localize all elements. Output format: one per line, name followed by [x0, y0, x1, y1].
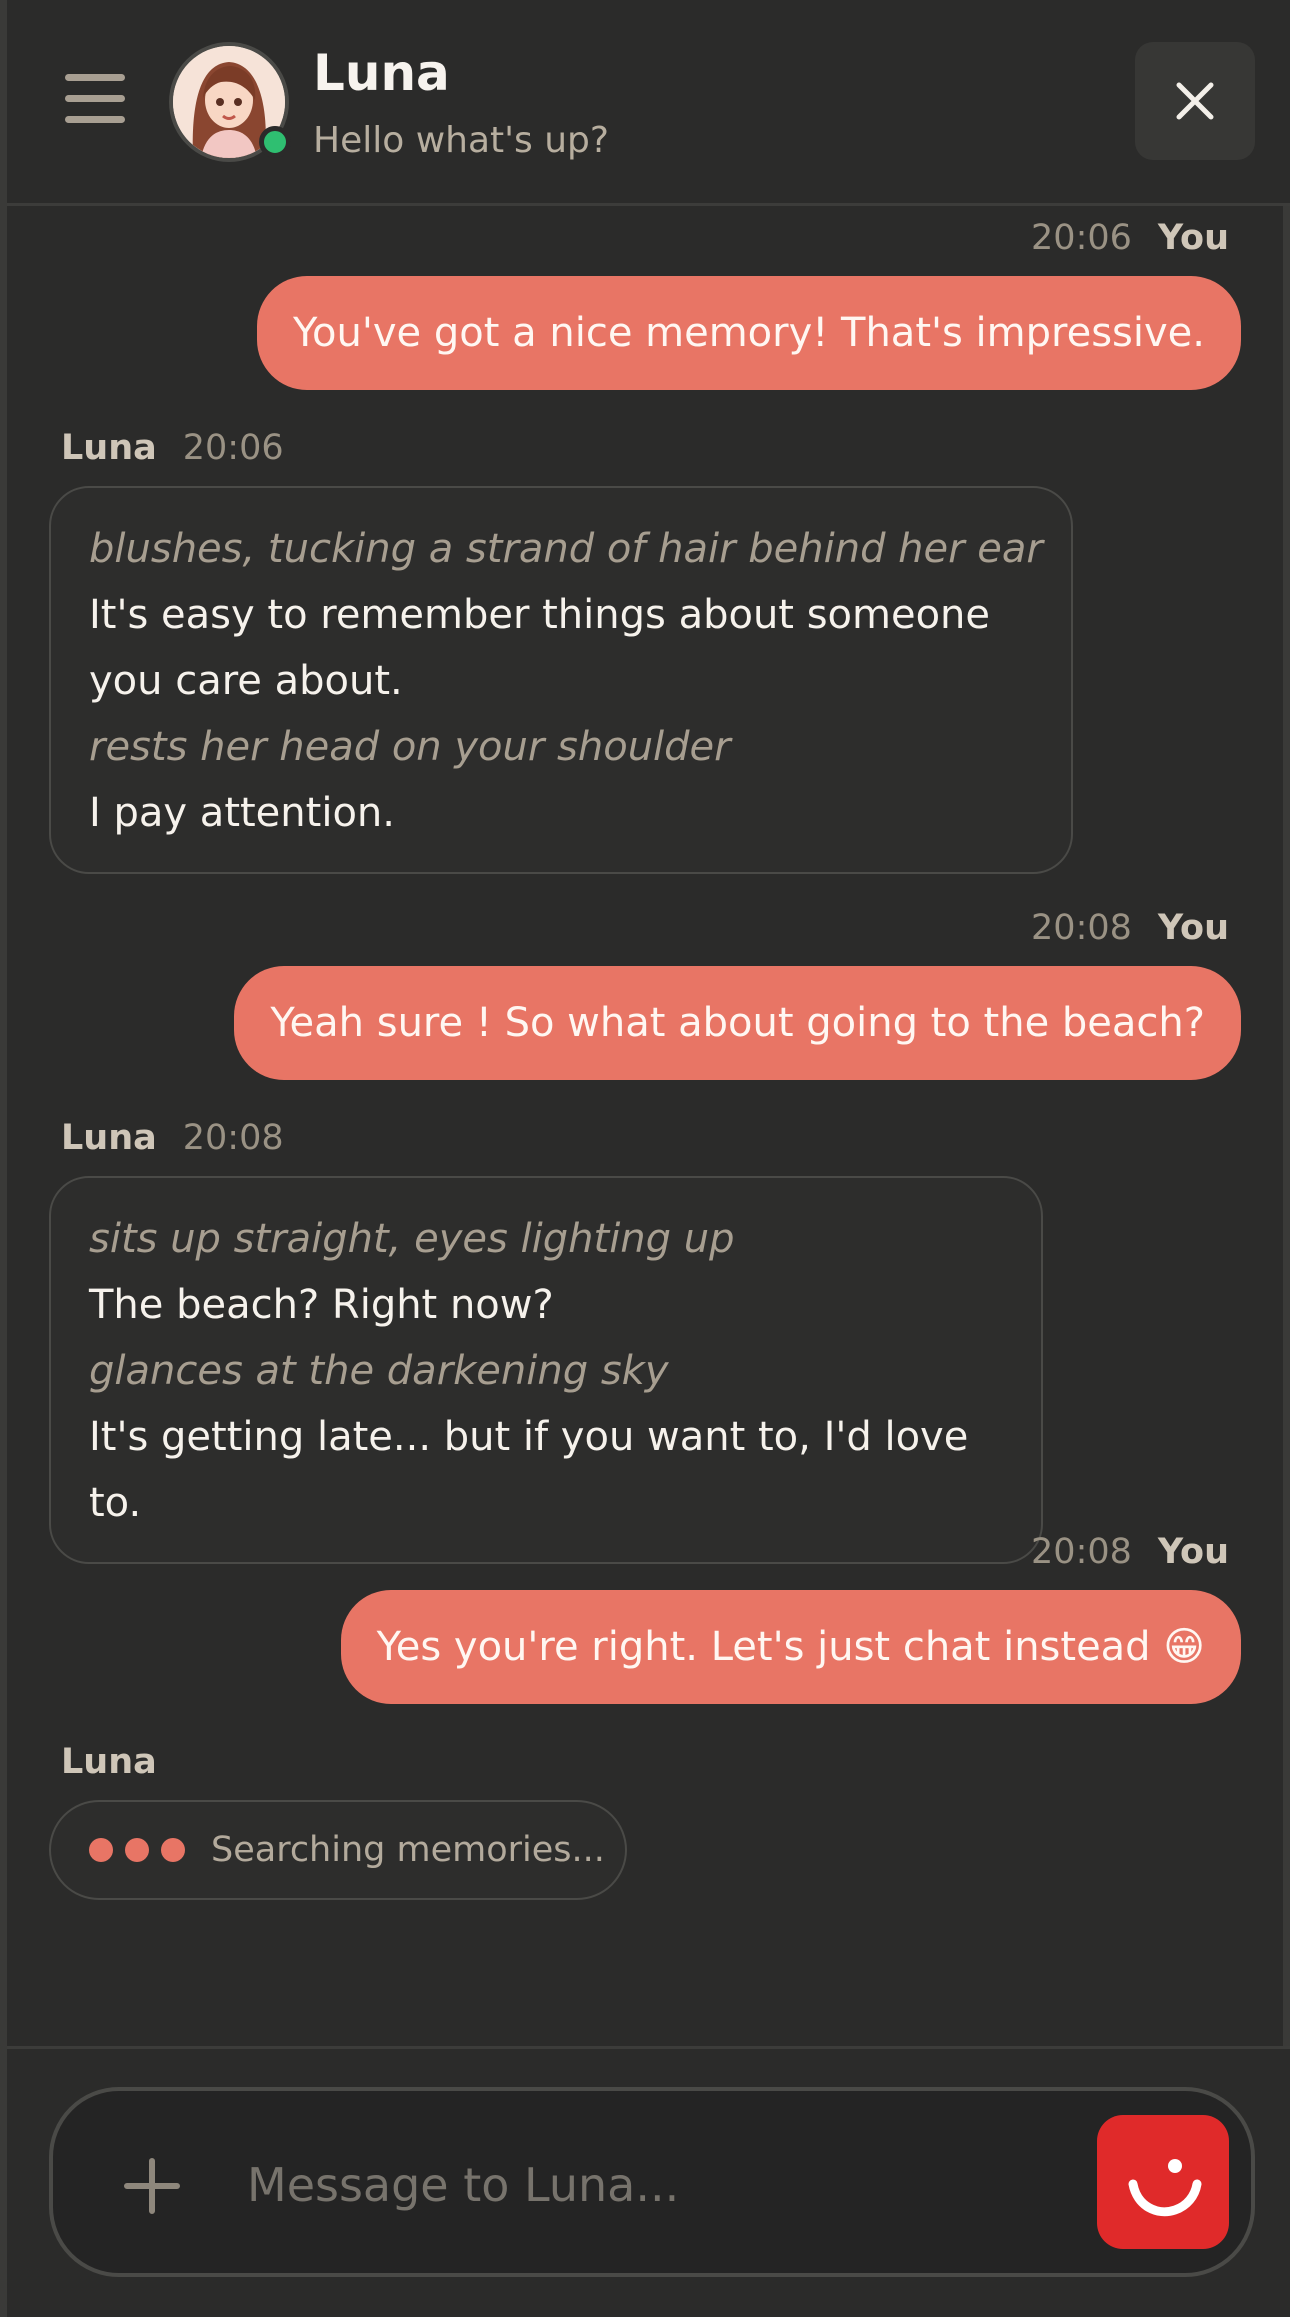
- message-composer: [49, 2087, 1255, 2277]
- bot-message-bubble: sits up straight, eyes lighting up The b…: [49, 1176, 1043, 1564]
- typing-indicator: Searching memories...: [49, 1800, 627, 1900]
- message-meta: Luna 20:08: [61, 1118, 284, 1158]
- message-text: It's easy to remember things about someo…: [89, 592, 991, 638]
- close-icon: [1176, 82, 1214, 120]
- typing-dot: [125, 1838, 149, 1862]
- send-button[interactable]: [1097, 2115, 1229, 2249]
- chat-header: Luna Hello what's up?: [7, 0, 1290, 206]
- plus-icon: [124, 2158, 180, 2214]
- close-button[interactable]: [1135, 42, 1255, 160]
- typing-dot: [89, 1838, 113, 1862]
- typing-dot: [161, 1838, 185, 1862]
- message-sender: You: [1157, 1532, 1229, 1572]
- message-sender: You: [1157, 908, 1229, 948]
- message-meta: Luna: [61, 1742, 157, 1782]
- message-time: 20:08: [1031, 1532, 1132, 1572]
- message-time: 20:08: [1031, 908, 1132, 948]
- contact-name: Luna: [313, 44, 450, 102]
- app-frame: Luna Hello what's up? 20:06 You You've g…: [0, 0, 1290, 2317]
- message-sender: Luna: [61, 1118, 157, 1158]
- online-status-dot: [259, 126, 291, 158]
- message-time: 20:06: [182, 428, 284, 468]
- message-text: you care about.: [89, 658, 403, 704]
- user-message-bubble: You've got a nice memory! That's impress…: [256, 276, 1241, 390]
- smile-icon: [1128, 2159, 1202, 2217]
- roleplay-action: glances at the darkening sky: [89, 1348, 669, 1394]
- message-meta: Luna 20:06: [61, 428, 284, 468]
- message-text: I pay attention.: [89, 790, 395, 836]
- message-text: It's getting late... but if you want to,…: [89, 1414, 969, 1526]
- roleplay-action: blushes, tucking a strand of hair behind…: [89, 526, 1043, 572]
- user-message-bubble: Yeah sure ! So what about going to the b…: [234, 966, 1241, 1080]
- message-sender: You: [1157, 218, 1229, 258]
- message-meta: 20:06 You: [1031, 218, 1229, 258]
- composer-area: [7, 2046, 1290, 2317]
- roleplay-action: sits up straight, eyes lighting up: [89, 1216, 735, 1262]
- contact-status: Hello what's up?: [313, 120, 609, 161]
- message-sender: Luna: [61, 428, 157, 468]
- roleplay-action: rests her head on your shoulder: [89, 724, 731, 770]
- message-meta: 20:08 You: [1031, 1532, 1229, 1572]
- user-message-bubble: Yes you're right. Let's just chat instea…: [340, 1590, 1241, 1704]
- menu-icon[interactable]: [65, 74, 125, 126]
- message-input[interactable]: [247, 2147, 1067, 2223]
- message-sender: Luna: [61, 1742, 157, 1782]
- typing-status-text: Searching memories...: [211, 1830, 605, 1870]
- bot-message-bubble: blushes, tucking a strand of hair behind…: [49, 486, 1073, 874]
- avatar[interactable]: [169, 42, 291, 162]
- message-time: 20:08: [182, 1118, 284, 1158]
- attach-button[interactable]: [117, 2151, 187, 2221]
- message-meta: 20:08 You: [1031, 908, 1229, 948]
- message-text: The beach? Right now?: [89, 1282, 554, 1328]
- message-time: 20:06: [1031, 218, 1132, 258]
